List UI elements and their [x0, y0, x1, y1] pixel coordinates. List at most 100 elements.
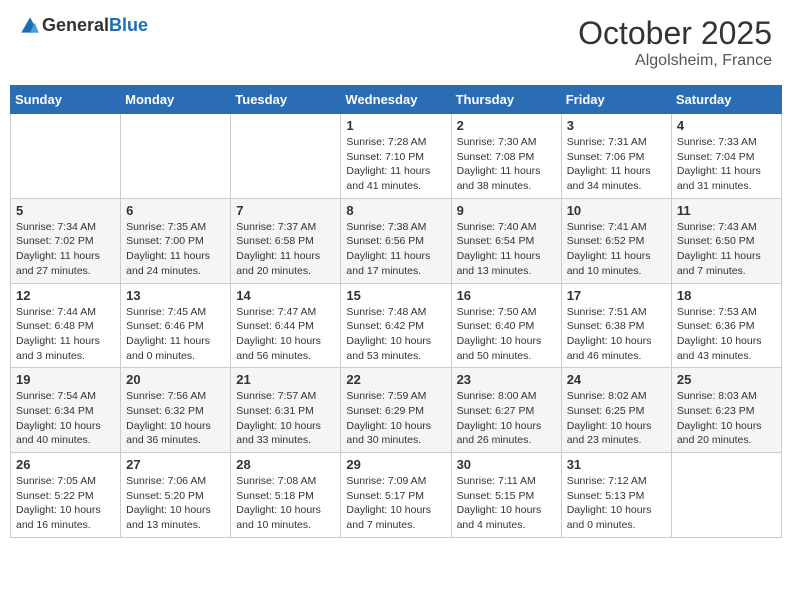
day-number: 24	[567, 372, 666, 387]
day-info: Sunrise: 7:35 AM Sunset: 7:00 PM Dayligh…	[126, 220, 225, 279]
calendar-week-row: 1 Sunrise: 7:28 AM Sunset: 7:10 PM Daylig…	[11, 114, 782, 199]
day-info: Sunrise: 7:41 AM Sunset: 6:52 PM Dayligh…	[567, 220, 666, 279]
day-number: 3	[567, 118, 666, 133]
calendar-cell: 9 Sunrise: 7:40 AM Sunset: 6:54 PM Daylig…	[451, 198, 561, 283]
page-header: GeneralBlue October 2025 Algolsheim, Fra…	[10, 10, 782, 75]
day-number: 21	[236, 372, 335, 387]
day-number: 9	[457, 203, 556, 218]
calendar-week-row: 19 Sunrise: 7:54 AM Sunset: 6:34 PM Dayli…	[11, 368, 782, 453]
day-info: Sunrise: 7:38 AM Sunset: 6:56 PM Dayligh…	[346, 220, 445, 279]
day-number: 14	[236, 288, 335, 303]
day-header-monday: Monday	[121, 86, 231, 114]
day-number: 13	[126, 288, 225, 303]
day-header-sunday: Sunday	[11, 86, 121, 114]
day-header-saturday: Saturday	[671, 86, 781, 114]
calendar-cell: 12Sunrise: 7:44 AM Sunset: 6:48 PM Dayli…	[11, 283, 121, 368]
day-number: 22	[346, 372, 445, 387]
day-info: Sunrise: 7:34 AM Sunset: 7:02 PM Dayligh…	[16, 220, 115, 279]
day-number: 5	[16, 203, 115, 218]
calendar-cell: 26 Sunrise: 7:05 AM Sunset: 5:22 PM Dayli…	[11, 453, 121, 538]
day-number: 4	[677, 118, 776, 133]
day-number: 16	[457, 288, 556, 303]
day-number: 7	[236, 203, 335, 218]
day-number: 11	[677, 203, 776, 218]
calendar-week-row: 12Sunrise: 7:44 AM Sunset: 6:48 PM Dayli…	[11, 283, 782, 368]
day-info: Sunrise: 7:09 AM Sunset: 5:17 PM Dayligh…	[346, 474, 445, 533]
logo-text-blue: Blue	[109, 15, 148, 35]
calendar-cell: 6 Sunrise: 7:35 AM Sunset: 7:00 PM Daylig…	[121, 198, 231, 283]
calendar-cell: 18Sunrise: 7:53 AM Sunset: 6:36 PM Dayli…	[671, 283, 781, 368]
calendar-cell: 11 Sunrise: 7:43 AM Sunset: 6:50 PM Dayli…	[671, 198, 781, 283]
day-info: Sunrise: 7:37 AM Sunset: 6:58 PM Dayligh…	[236, 220, 335, 279]
day-header-wednesday: Wednesday	[341, 86, 451, 114]
day-number: 29	[346, 457, 445, 472]
day-header-friday: Friday	[561, 86, 671, 114]
day-number: 17	[567, 288, 666, 303]
day-info: Sunrise: 8:02 AM Sunset: 6:25 PM Dayligh…	[567, 389, 666, 448]
day-info: Sunrise: 7:50 AM Sunset: 6:40 PM Dayligh…	[457, 305, 556, 364]
day-info: Sunrise: 7:47 AM Sunset: 6:44 PM Dayligh…	[236, 305, 335, 364]
calendar-cell: 23 Sunrise: 8:00 AM Sunset: 6:27 PM Dayli…	[451, 368, 561, 453]
calendar-cell: 7 Sunrise: 7:37 AM Sunset: 6:58 PM Daylig…	[231, 198, 341, 283]
logo-text-general: General	[42, 15, 109, 35]
day-info: Sunrise: 7:06 AM Sunset: 5:20 PM Dayligh…	[126, 474, 225, 533]
day-info: Sunrise: 7:05 AM Sunset: 5:22 PM Dayligh…	[16, 474, 115, 533]
day-info: Sunrise: 7:54 AM Sunset: 6:34 PM Dayligh…	[16, 389, 115, 448]
calendar-cell: 5 Sunrise: 7:34 AM Sunset: 7:02 PM Daylig…	[11, 198, 121, 283]
day-info: Sunrise: 7:08 AM Sunset: 5:18 PM Dayligh…	[236, 474, 335, 533]
calendar-cell: 8 Sunrise: 7:38 AM Sunset: 6:56 PM Daylig…	[341, 198, 451, 283]
day-info: Sunrise: 7:45 AM Sunset: 6:46 PM Dayligh…	[126, 305, 225, 364]
calendar-cell: 29 Sunrise: 7:09 AM Sunset: 5:17 PM Dayli…	[341, 453, 451, 538]
day-info: Sunrise: 7:43 AM Sunset: 6:50 PM Dayligh…	[677, 220, 776, 279]
logo: GeneralBlue	[20, 15, 148, 36]
day-info: Sunrise: 7:59 AM Sunset: 6:29 PM Dayligh…	[346, 389, 445, 448]
calendar-cell: 20 Sunrise: 7:56 AM Sunset: 6:32 PM Dayli…	[121, 368, 231, 453]
calendar-cell	[231, 114, 341, 199]
month-title: October 2025	[578, 15, 772, 52]
calendar-table: SundayMondayTuesdayWednesdayThursdayFrid…	[10, 85, 782, 538]
calendar-cell: 3Sunrise: 7:31 AM Sunset: 7:06 PM Daylig…	[561, 114, 671, 199]
calendar-cell: 25Sunrise: 8:03 AM Sunset: 6:23 PM Dayli…	[671, 368, 781, 453]
day-info: Sunrise: 7:40 AM Sunset: 6:54 PM Dayligh…	[457, 220, 556, 279]
day-number: 26	[16, 457, 115, 472]
day-info: Sunrise: 7:56 AM Sunset: 6:32 PM Dayligh…	[126, 389, 225, 448]
calendar-cell: 13 Sunrise: 7:45 AM Sunset: 6:46 PM Dayli…	[121, 283, 231, 368]
calendar-week-row: 26 Sunrise: 7:05 AM Sunset: 5:22 PM Dayli…	[11, 453, 782, 538]
calendar-cell: 19 Sunrise: 7:54 AM Sunset: 6:34 PM Dayli…	[11, 368, 121, 453]
day-number: 31	[567, 457, 666, 472]
calendar-cell: 10Sunrise: 7:41 AM Sunset: 6:52 PM Dayli…	[561, 198, 671, 283]
day-number: 30	[457, 457, 556, 472]
day-number: 28	[236, 457, 335, 472]
day-number: 19	[16, 372, 115, 387]
calendar-header-row: SundayMondayTuesdayWednesdayThursdayFrid…	[11, 86, 782, 114]
calendar-cell: 14 Sunrise: 7:47 AM Sunset: 6:44 PM Dayli…	[231, 283, 341, 368]
day-number: 18	[677, 288, 776, 303]
calendar-cell: 28 Sunrise: 7:08 AM Sunset: 5:18 PM Dayli…	[231, 453, 341, 538]
calendar-cell: 31 Sunrise: 7:12 AM Sunset: 5:13 PM Dayli…	[561, 453, 671, 538]
day-number: 8	[346, 203, 445, 218]
day-info: Sunrise: 8:00 AM Sunset: 6:27 PM Dayligh…	[457, 389, 556, 448]
day-info: Sunrise: 7:28 AM Sunset: 7:10 PM Dayligh…	[346, 135, 445, 194]
calendar-week-row: 5 Sunrise: 7:34 AM Sunset: 7:02 PM Daylig…	[11, 198, 782, 283]
day-number: 6	[126, 203, 225, 218]
day-info: Sunrise: 7:12 AM Sunset: 5:13 PM Dayligh…	[567, 474, 666, 533]
day-number: 2	[457, 118, 556, 133]
day-info: Sunrise: 7:51 AM Sunset: 6:38 PM Dayligh…	[567, 305, 666, 364]
day-number: 23	[457, 372, 556, 387]
calendar-cell	[671, 453, 781, 538]
day-header-tuesday: Tuesday	[231, 86, 341, 114]
calendar-cell: 21 Sunrise: 7:57 AM Sunset: 6:31 PM Dayli…	[231, 368, 341, 453]
calendar-cell: 15 Sunrise: 7:48 AM Sunset: 6:42 PM Dayli…	[341, 283, 451, 368]
day-info: Sunrise: 7:48 AM Sunset: 6:42 PM Dayligh…	[346, 305, 445, 364]
day-info: Sunrise: 7:11 AM Sunset: 5:15 PM Dayligh…	[457, 474, 556, 533]
day-number: 20	[126, 372, 225, 387]
day-number: 1	[346, 118, 445, 133]
calendar-cell: 16 Sunrise: 7:50 AM Sunset: 6:40 PM Dayli…	[451, 283, 561, 368]
calendar-cell: 24 Sunrise: 8:02 AM Sunset: 6:25 PM Dayli…	[561, 368, 671, 453]
day-number: 15	[346, 288, 445, 303]
day-info: Sunrise: 8:03 AM Sunset: 6:23 PM Dayligh…	[677, 389, 776, 448]
day-info: Sunrise: 7:33 AM Sunset: 7:04 PM Dayligh…	[677, 135, 776, 194]
calendar-cell	[11, 114, 121, 199]
day-header-thursday: Thursday	[451, 86, 561, 114]
day-info: Sunrise: 7:57 AM Sunset: 6:31 PM Dayligh…	[236, 389, 335, 448]
